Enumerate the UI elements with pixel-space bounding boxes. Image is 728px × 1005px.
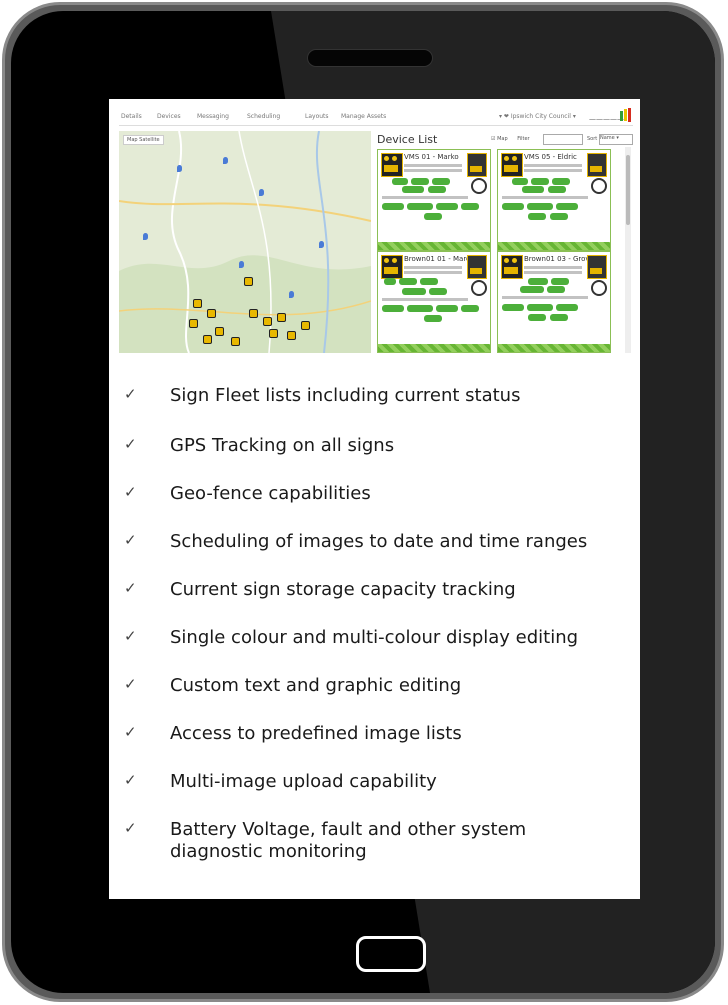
checkmark-icon: ✓ [124,819,137,837]
speaker-grille [307,49,433,67]
checkmark-icon: ✓ [124,531,137,549]
checkmark-icon: ✓ [124,579,137,597]
feature-text: Current sign storage capacity tracking [170,579,516,600]
storage-gauge-icon [471,280,487,296]
device-card[interactable]: VMS 05 - Eldric [497,149,611,251]
nav-tab-layouts[interactable]: Layouts [305,113,329,120]
sign-pin-icon[interactable] [269,329,278,338]
device-list-title: Device List [377,133,438,146]
device-list-scrollbar[interactable] [625,147,631,353]
filter-label: Filter [517,136,530,142]
checkmark-icon: ✓ [124,483,137,501]
feature-text: Custom text and graphic editing [170,675,462,696]
svg-text:—————: ————— [589,115,624,123]
device-card[interactable]: Brown01 01 - Marc [377,251,491,353]
sign-pin-icon[interactable] [193,299,202,308]
map-toggle-checkbox[interactable]: ☑ Map [491,136,508,142]
map-marker-icon[interactable] [143,233,148,240]
sign-pin-icon[interactable] [203,335,212,344]
checkmark-icon: ✓ [124,771,137,789]
battery-icon [587,255,607,279]
feature-text: Geo-fence capabilities [170,483,371,504]
storage-gauge-icon [591,178,607,194]
device-card[interactable]: Brown01 03 - Grove [497,251,611,353]
device-card-title: VMS 05 - Eldric [524,153,577,161]
device-card[interactable]: VMS 01 - Marko [377,149,491,251]
map-marker-icon[interactable] [289,291,294,298]
tablet-screen: Details Devices Messaging Scheduling Lay… [109,99,640,899]
feature-text: Sign Fleet lists including current statu… [170,385,521,406]
sign-pin-icon[interactable] [249,309,258,318]
battery-icon [587,153,607,177]
device-card-title: Brown01 01 - Marc [404,255,470,263]
checkmark-icon: ✓ [124,627,137,645]
sign-preview-icon [381,255,403,279]
feature-text: Single colour and multi-colour display e… [170,627,579,648]
storage-gauge-icon [591,280,607,296]
battery-icon [467,255,487,279]
device-map[interactable]: Map Satellite [119,131,371,353]
sign-pin-icon[interactable] [244,277,253,286]
feature-text: GPS Tracking on all signs [170,435,395,456]
sign-pin-icon[interactable] [231,337,240,346]
feature-text: Multi-image upload capability [170,771,437,792]
sort-select[interactable]: Name ▾ [599,134,633,145]
sign-preview-icon [381,153,403,177]
app-screenshot: Details Devices Messaging Scheduling Lay… [119,107,633,353]
device-card-title: VMS 01 - Marko [404,153,459,161]
map-marker-icon[interactable] [259,189,264,196]
device-list-controls: ☑ Map Filter [491,136,530,142]
map-marker-icon[interactable] [239,261,244,268]
storage-gauge-icon [471,178,487,194]
nav-tab-details[interactable]: Details [121,113,142,120]
device-card-title: Brown01 03 - Grove [524,255,594,263]
map-marker-icon[interactable] [177,165,182,172]
nav-tab-messaging[interactable]: Messaging [197,113,229,120]
feature-text: Access to predefined image lists [170,723,462,744]
checkmark-icon: ✓ [124,385,137,403]
tablet-frame: Details Devices Messaging Scheduling Lay… [2,2,724,1002]
feature-text: Scheduling of images to date and time ra… [170,531,588,552]
sign-pin-icon[interactable] [277,313,286,322]
nav-tab-manage-assets[interactable]: Manage Assets [341,113,386,120]
sign-pin-icon[interactable] [301,321,310,330]
battery-icon [467,153,487,177]
tablet-bezel: Details Devices Messaging Scheduling Lay… [11,11,715,993]
account-menu[interactable]: ▾ ❤ Ipswich City Council ▾ [499,113,576,120]
map-type-toggle[interactable]: Map Satellite [123,135,164,145]
app-nav-bar: Details Devices Messaging Scheduling Lay… [119,107,633,126]
sign-pin-icon[interactable] [287,331,296,340]
sign-pin-icon[interactable] [215,327,224,336]
sign-preview-icon [501,255,523,279]
map-marker-icon[interactable] [223,157,228,164]
nav-tab-scheduling[interactable]: Scheduling [247,113,280,120]
feature-text: Battery Voltage, fault and other system … [170,819,527,862]
checkmark-icon: ✓ [124,435,137,453]
map-marker-icon[interactable] [319,241,324,248]
sign-pin-icon[interactable] [263,317,272,326]
sign-pin-icon[interactable] [189,319,198,328]
checkmark-icon: ✓ [124,675,137,693]
sort-label: Sort [587,136,598,142]
company-logo-icon: ————— [589,108,631,123]
sign-preview-icon [501,153,523,177]
checkmark-icon: ✓ [124,723,137,741]
nav-tab-devices[interactable]: Devices [157,113,181,120]
map-terrain [119,131,371,353]
filter-input[interactable] [543,134,583,145]
sign-pin-icon[interactable] [207,309,216,318]
home-button[interactable] [356,936,426,972]
